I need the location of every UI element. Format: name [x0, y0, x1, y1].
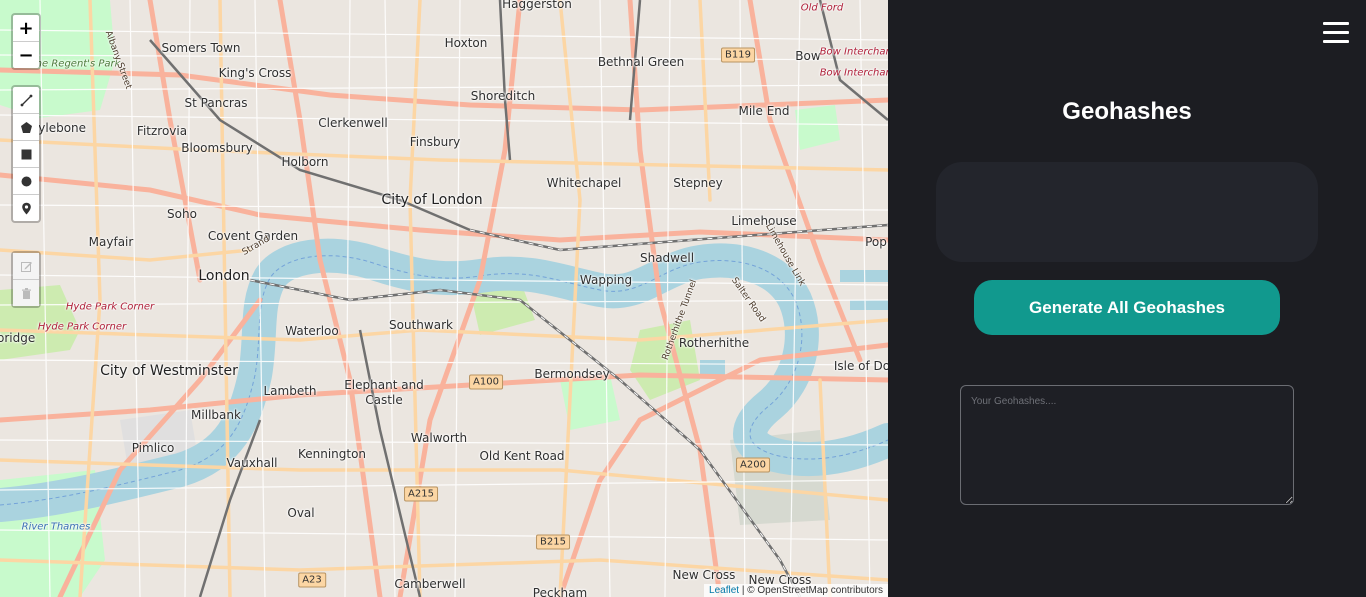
draw-polygon-button[interactable] [13, 114, 39, 141]
trash-icon [21, 287, 31, 299]
zoom-out-button[interactable]: − [13, 42, 39, 68]
map-attribution: Leaflet | © OpenStreetMap contributors [704, 584, 888, 597]
leaflet-link[interactable]: Leaflet [709, 585, 739, 596]
circle-icon [21, 176, 31, 186]
rectangle-icon [21, 149, 31, 159]
road-shield: B215 [536, 534, 570, 550]
delete-layers-button[interactable] [13, 280, 39, 306]
road-shield: B119 [721, 47, 755, 63]
marker-icon [21, 202, 31, 214]
hamburger-menu-button[interactable] [1323, 22, 1349, 46]
edit-layers-button[interactable] [13, 253, 39, 280]
draw-marker-button[interactable] [13, 195, 39, 221]
road-shield: A100 [469, 374, 503, 390]
zoom-control: + − [11, 13, 41, 70]
generate-geohashes-button[interactable]: Generate All Geohashes [974, 280, 1280, 335]
draw-circle-button[interactable] [13, 168, 39, 195]
map-tiles [0, 0, 888, 597]
draw-rectangle-button[interactable] [13, 141, 39, 168]
map-view[interactable]: Haggerston Somers Town King's Cross Hoxton B… [0, 0, 888, 597]
draw-toolbar [11, 85, 41, 223]
draw-polyline-button[interactable] [13, 87, 39, 114]
panel-title: Geohashes [1062, 98, 1192, 125]
info-box [936, 162, 1318, 262]
edit-toolbar [11, 251, 41, 308]
polyline-icon [20, 94, 32, 106]
zoom-in-button[interactable]: + [13, 15, 39, 42]
road-shield: A23 [298, 572, 326, 588]
road-shield: A215 [404, 486, 438, 502]
geohash-output-textarea[interactable] [960, 385, 1294, 505]
polygon-icon [20, 121, 32, 133]
attribution-text: | © OpenStreetMap contributors [739, 585, 883, 596]
edit-icon [20, 261, 32, 272]
road-shield: A200 [736, 457, 770, 473]
hamburger-icon [1323, 22, 1349, 43]
geohash-panel: Geohashes Generate All Geohashes [888, 0, 1366, 597]
